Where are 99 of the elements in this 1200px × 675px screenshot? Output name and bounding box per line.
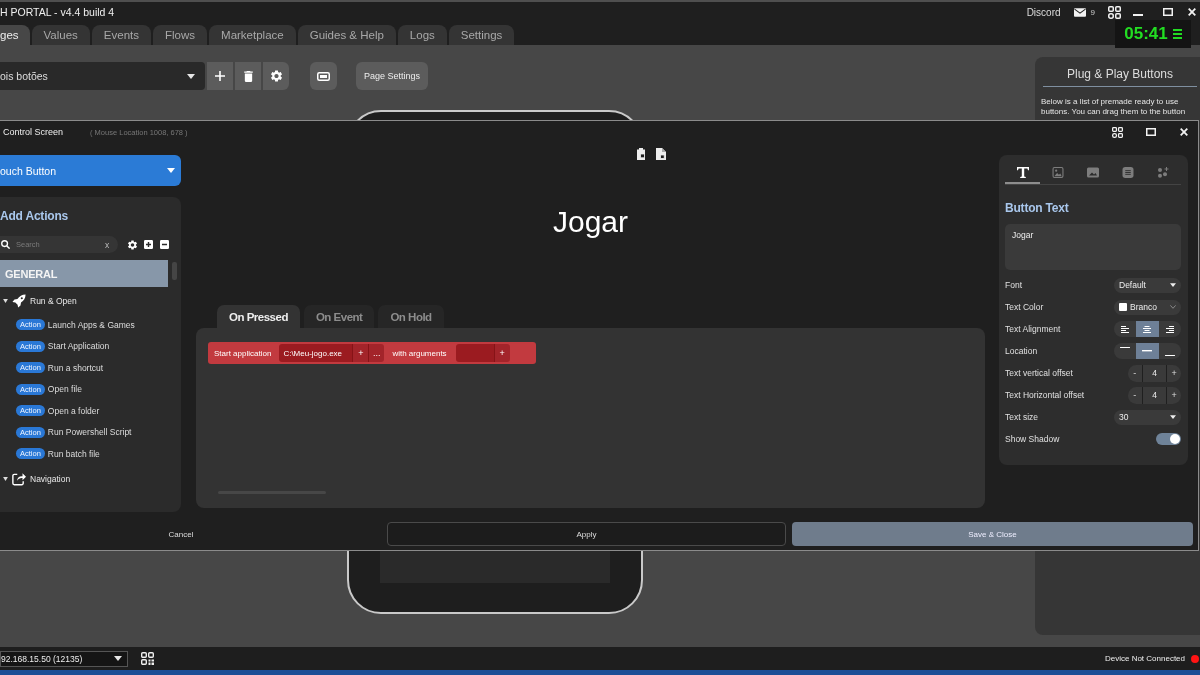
- dialog-title: Control Screen: [3, 127, 64, 137]
- align-right-icon: [1165, 325, 1174, 333]
- device-button[interactable]: [310, 62, 337, 90]
- close-icon[interactable]: [1180, 128, 1188, 136]
- color-dropdown[interactable]: Branco: [1114, 299, 1181, 315]
- toggle-switch[interactable]: [1156, 433, 1181, 445]
- settings-icon[interactable]: [128, 239, 137, 250]
- stepper-value[interactable]: 4: [1141, 386, 1168, 404]
- property-label: Text size: [1005, 412, 1039, 422]
- scrollbar-thumb[interactable]: [172, 262, 177, 280]
- property-label: Location: [1005, 346, 1038, 356]
- caret-icon: [1170, 415, 1176, 419]
- property-label: Text Horizontal offset: [1005, 390, 1085, 400]
- nav-tab[interactable]: Events: [91, 25, 152, 45]
- nav-tab[interactable]: Marketplace: [209, 25, 296, 45]
- arrow-box-icon: [12, 471, 26, 486]
- button-preview-label: Jogar: [552, 204, 628, 240]
- window-title: H PORTAL - v4.4 build 4: [0, 6, 115, 18]
- nav-tab[interactable]: Values: [31, 25, 90, 45]
- action-block[interactable]: Start application C:\Meu-jogo.exe + ... with arguments +: [208, 342, 536, 364]
- add-page-button[interactable]: [207, 62, 233, 90]
- nav-tab[interactable]: Settings: [448, 25, 515, 45]
- page-settings-button[interactable]: Page Settings: [356, 62, 428, 90]
- grid-icon[interactable]: [1108, 5, 1121, 19]
- property-label: Show Shadow: [1005, 434, 1060, 444]
- minimize-icon[interactable]: [1133, 13, 1143, 16]
- settings-icon: [270, 70, 282, 82]
- apply-button[interactable]: Apply: [387, 522, 786, 546]
- property-label: Text Alignment: [1005, 324, 1061, 334]
- tree-group[interactable]: Navigation: [0, 467, 71, 490]
- grid-icon[interactable]: [1112, 126, 1123, 138]
- device-status: Device Not Connected: [1104, 654, 1185, 663]
- caret-icon: [187, 73, 195, 79]
- search-icon: [1, 240, 10, 249]
- rocket-icon: [12, 294, 26, 308]
- menu-icon[interactable]: [1172, 29, 1182, 39]
- caret-icon: [167, 168, 175, 173]
- panel-heading: Add Actions: [0, 209, 69, 223]
- path-field[interactable]: C:\Meu-jogo.exe: [279, 344, 353, 362]
- collapse-all-icon[interactable]: [160, 240, 169, 249]
- clock-time: 05:41: [1124, 24, 1168, 44]
- connection-dropdown[interactable]: 92.168.15.50 (12135): [0, 650, 128, 667]
- property-label: Font: [1005, 280, 1022, 290]
- property-label: Text Color: [1005, 302, 1044, 312]
- event-tab[interactable]: On Hold: [378, 305, 444, 328]
- mail-icon[interactable]: [1073, 7, 1086, 17]
- panel-description: Below is a list of premade ready to use buttons. You can drag them to the button: [1041, 97, 1187, 117]
- sparkle-dots-icon: [1156, 166, 1169, 178]
- page-settings-icon-button[interactable]: [263, 62, 289, 90]
- text-format-icon: [1016, 166, 1029, 178]
- maximize-icon[interactable]: [1146, 128, 1156, 136]
- section-heading: Button Text: [1005, 201, 1069, 215]
- nav-tab[interactable]: Guides & Help: [297, 25, 396, 45]
- clear-search-button[interactable]: x: [102, 239, 112, 250]
- arguments-label: with arguments: [392, 348, 447, 358]
- stepper-value[interactable]: 4: [1141, 364, 1168, 382]
- list-icon: [1121, 166, 1134, 178]
- image-icon: [1051, 166, 1064, 178]
- trash-icon: [243, 70, 253, 82]
- chevron-icon: [1170, 305, 1176, 309]
- decrement-button[interactable]: -: [1128, 386, 1142, 404]
- cancel-button[interactable]: Cancel: [0, 522, 362, 546]
- nav-tab[interactable]: Logs: [397, 25, 447, 45]
- increment-button[interactable]: +: [1167, 386, 1181, 404]
- control-type-dropdown[interactable]: ouch Button: [0, 155, 181, 186]
- tablet-icon: [317, 71, 330, 81]
- page-dropdown[interactable]: ois botões: [0, 62, 205, 90]
- clipboard-icon[interactable]: [636, 148, 646, 160]
- nav-tab[interactable]: ges: [0, 25, 30, 45]
- decrement-button[interactable]: -: [1128, 364, 1142, 382]
- panel-title: Plug & Play Buttons: [1043, 67, 1197, 87]
- discord-link[interactable]: Discord: [1026, 6, 1061, 18]
- qr-code-icon[interactable]: [141, 652, 154, 665]
- tree-group[interactable]: Run & Open: [0, 290, 77, 312]
- close-icon[interactable]: [1188, 8, 1196, 16]
- delete-page-button[interactable]: [235, 62, 261, 90]
- mail-count: 9: [1090, 7, 1095, 17]
- caret-icon: [1170, 283, 1176, 287]
- save-close-button[interactable]: Save & Close: [792, 522, 1193, 546]
- align-left-icon: [1121, 325, 1130, 333]
- expand-all-icon[interactable]: [144, 240, 153, 249]
- select-dropdown[interactable]: 30: [1114, 409, 1181, 425]
- nav-tab[interactable]: Flows: [153, 25, 208, 45]
- property-label: Text vertical offset: [1005, 368, 1073, 378]
- browse-button[interactable]: ...: [368, 344, 385, 362]
- arguments-field[interactable]: [455, 344, 494, 362]
- document-icon[interactable]: [656, 148, 666, 160]
- align-center-icon: [1143, 325, 1152, 333]
- select-dropdown[interactable]: Default: [1114, 277, 1181, 293]
- increment-button[interactable]: +: [1167, 364, 1181, 382]
- event-tab[interactable]: On Event: [303, 305, 375, 328]
- caret-icon: [114, 656, 122, 661]
- action-label: Start application: [214, 348, 272, 358]
- plus-icon: [215, 71, 225, 81]
- add-button[interactable]: +: [352, 344, 369, 362]
- picture-icon: [1086, 166, 1099, 178]
- text-input-field[interactable]: Jogar: [1005, 224, 1181, 270]
- maximize-icon[interactable]: [1163, 8, 1173, 16]
- event-tab[interactable]: On Pressed: [217, 305, 300, 328]
